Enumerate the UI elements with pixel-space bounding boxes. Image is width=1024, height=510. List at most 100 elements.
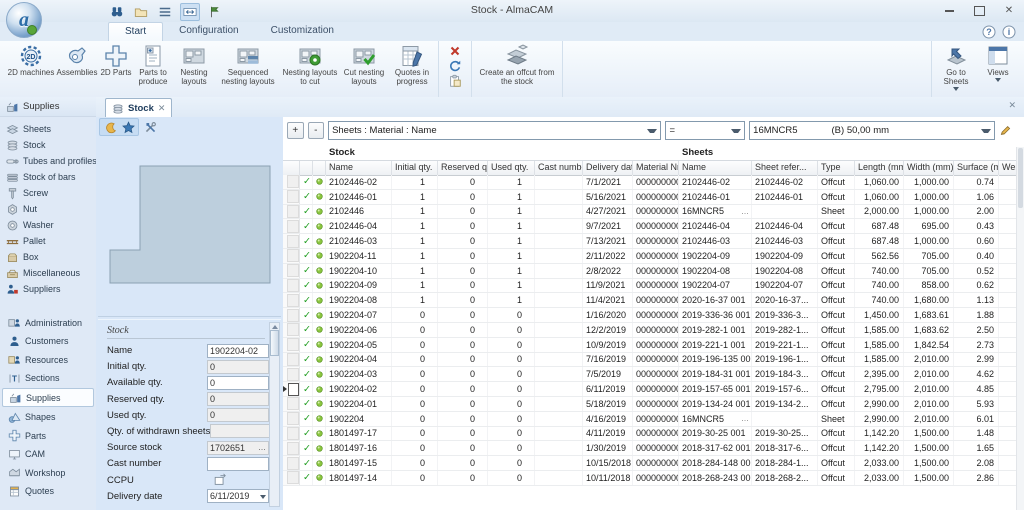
column-header-type[interactable]: Type [818,161,855,175]
ribbon-button-views[interactable]: Views [977,42,1019,86]
row-header[interactable] [283,219,300,233]
preview-moon-button[interactable] [101,119,119,135]
table-row[interactable]: ✓2102446-041019/7/2021000000000...210244… [283,219,1017,234]
minimize-button[interactable] [934,0,964,21]
table-scrollbar[interactable] [1016,147,1024,510]
table-row[interactable]: ✓21024461014/27/2021000000000...16MNCR5…… [283,205,1017,220]
column-header-name[interactable]: Name [679,161,752,175]
delete-button[interactable] [446,44,464,58]
paste-button[interactable] [446,74,464,88]
field-input-reserved-qty[interactable]: 0 [207,392,269,406]
field-input-used-qty[interactable]: 0 [207,408,269,422]
table-row[interactable]: ✓1902204-0910111/9/2021000000000...19022… [283,279,1017,294]
table-row[interactable]: ✓1902204-040007/16/2019000000000...2019-… [283,353,1017,368]
row-header[interactable] [283,205,300,219]
column-header-width-mm[interactable]: Width (mm) [904,161,954,175]
help-icon[interactable]: ? [982,25,996,39]
sidebar-module-sections[interactable]: TSections [2,370,94,387]
favorites-star-button[interactable] [119,119,137,135]
column-header-sheet-refer[interactable]: Sheet refer... [752,161,818,175]
row-header[interactable] [283,190,300,204]
column-header-material-nr[interactable]: Material Nr [633,161,679,175]
sidebar-module-administration[interactable]: Administration [2,314,94,331]
row-header[interactable] [283,279,300,293]
row-header[interactable] [283,382,300,396]
table-row[interactable]: ✓1902204-0810111/4/2021000000000...2020-… [283,293,1017,308]
sidebar-module-shapes[interactable]: Shapes [2,409,94,426]
ribbon-button-2d-machines[interactable]: 2D2D machines [7,42,55,86]
table-row[interactable]: ✓1801497-1400010/11/2018000000000...2018… [283,471,1017,486]
ribbon-button-nesting-layouts[interactable]: Nesting layouts [173,42,215,86]
column-header-used-qty[interactable]: Used qty. [488,161,535,175]
table-row[interactable]: ✓1902204-020006/11/2019000000000...2019-… [283,382,1017,397]
column-header-surface-m[interactable]: Surface (m²) [954,161,999,175]
column-header-initial-qty[interactable]: Initial qty. [392,161,438,175]
sidebar-item-suppliers[interactable]: Suppliers [0,281,96,297]
table-row[interactable]: ✓19022040004/16/2019000000000...16MNCR5…… [283,412,1017,427]
field-input-delivery-date[interactable]: 6/11/2019 [207,489,269,503]
ribbon-button-assemblies[interactable]: Assemblies [55,42,99,86]
refresh-button[interactable] [446,59,464,73]
column-header-length-mm[interactable]: Length (mm) [855,161,904,175]
sidebar-item-sheets[interactable]: Sheets [0,121,96,137]
remove-filter-button[interactable]: - [308,122,325,139]
table-row[interactable]: ✓1902204-0500010/9/2019000000000...2019-… [283,338,1017,353]
table-row[interactable]: ✓1902204-010005/18/2019000000000...2019-… [283,397,1017,412]
more-ellipsis-icon[interactable]: … [741,414,749,423]
ellipsis-button[interactable]: … [258,445,266,451]
row-header[interactable] [283,471,300,485]
tab-close-icon[interactable]: ✕ [158,103,166,114]
table-row[interactable]: ✓1902204-070001/16/2020000000000...2019-… [283,308,1017,323]
field-input-cast-number[interactable] [207,457,269,471]
ribbon-button-2d-parts[interactable]: 2D Parts [99,42,133,86]
row-header[interactable] [283,456,300,470]
ribbon-button-sequenced-nesting-layouts[interactable]: Sequenced nesting layouts [215,42,281,86]
table-row[interactable]: ✓1801497-170004/11/2019000000000...2019-… [283,427,1017,442]
table-row[interactable]: ✓1902204-111012/11/2022000000000...19022… [283,249,1017,264]
field-input-available-qty[interactable]: 0 [207,376,269,390]
ribbon-tab-configuration[interactable]: Configuration [163,22,254,41]
row-header[interactable] [283,234,300,248]
tools-button[interactable] [141,119,159,135]
sidebar-module-parts[interactable]: Parts [2,427,94,444]
table-row[interactable]: ✓1902204-030007/5/2019000000000...2019-1… [283,367,1017,382]
sidebar-item-stock-of-bars[interactable]: Stock of bars [0,169,96,185]
filter-value-dropdown[interactable]: 16MNCR5 (B) 50,00 mm [749,121,995,140]
table-row[interactable]: ✓2102446-031017/13/2021000000000...21024… [283,234,1017,249]
table-row[interactable]: ✓1902204-0600012/2/2019000000000...2019-… [283,323,1017,338]
row-header[interactable] [283,367,300,381]
scroll-up-icon[interactable] [272,325,278,329]
row-header[interactable] [283,249,300,263]
edit-filter-pencil-icon[interactable] [999,124,1012,137]
close-button[interactable]: ✕ [994,0,1024,21]
row-header[interactable] [283,323,300,337]
sidebar-module-resources[interactable]: Resources [2,351,94,368]
ribbon-tab-start[interactable]: Start [108,22,163,41]
ribbon-tab-customization[interactable]: Customization [255,22,350,41]
dropdown-arrow-icon[interactable] [260,491,266,501]
row-header[interactable] [283,293,300,307]
sidebar-item-nut[interactable]: Nut [0,201,96,217]
sidebar-item-pallet[interactable]: Pallet [0,233,96,249]
field-input-initial-qty[interactable]: 0 [207,360,269,374]
sidebar-module-quotes[interactable]: Quotes [2,483,94,500]
ribbon-button-nesting-layouts-to-cut[interactable]: Nesting layouts to cut [281,42,339,86]
filter-field-dropdown[interactable]: Sheets : Material : Name [328,121,661,140]
add-filter-button[interactable]: + [287,122,304,139]
sidebar-item-tubes-and-profiles[interactable]: Tubes and profiles [0,153,96,169]
ribbon-button-create-an-offcut-from-the-stock[interactable]: Create an offcut from the stock [475,42,559,86]
table-row[interactable]: ✓2102446-011015/16/2021000000000...21024… [283,190,1017,205]
form-scrollbar[interactable] [269,322,280,507]
row-header[interactable] [283,308,300,322]
row-header[interactable] [283,264,300,278]
column-header-delivery-date[interactable]: Delivery date [583,161,633,175]
sidebar-module-customers[interactable]: Customers [2,333,94,350]
ribbon-button-go-to-sheets[interactable]: Go to Sheets [935,42,977,86]
table-row[interactable]: ✓2102446-021017/1/2021000000000...210244… [283,175,1017,190]
sidebar-item-supplies[interactable]: Supplies [0,97,96,117]
sidebar-item-stock[interactable]: Stock [0,137,96,153]
sidebar-item-screw[interactable]: Screw [0,185,96,201]
app-logo[interactable]: a [6,2,42,38]
more-ellipsis-icon[interactable]: … [741,207,749,216]
tab-stock[interactable]: Stock ✕ [105,98,172,118]
